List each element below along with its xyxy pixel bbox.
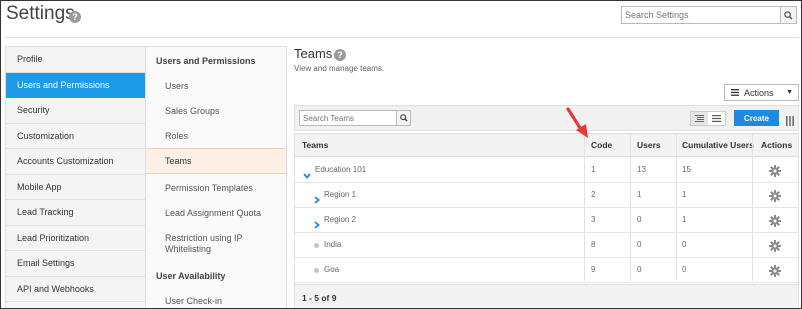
sidebar-item-customization[interactable]: Customization (6, 124, 145, 149)
settings-search[interactable] (621, 6, 797, 24)
team-name[interactable]: Education 101 (315, 158, 366, 182)
table-row[interactable]: Goa 9 0 0 (295, 258, 798, 283)
subnav-item-teams[interactable]: Teams (146, 148, 286, 174)
chevron-right-icon[interactable] (314, 191, 320, 209)
table-header: Teams Code Users Cumulative Users Action… (295, 133, 798, 157)
annotation-arrow-icon (566, 107, 588, 138)
team-users: 0 (637, 215, 642, 224)
gear-icon[interactable] (769, 214, 781, 232)
gear-icon[interactable] (769, 264, 781, 282)
subnav-item-roles[interactable]: Roles (146, 131, 188, 141)
gear-icon[interactable] (769, 164, 781, 182)
subnav-item-users[interactable]: Users (146, 81, 189, 91)
view-toggle[interactable] (690, 111, 726, 126)
sidebar: Profile Users and Permissions Security C… (5, 46, 146, 308)
subnav-item-lead-assignment-quota[interactable]: Lead Assignment Quota (146, 208, 261, 218)
team-code: 8 (591, 240, 596, 249)
sidebar-item-profile[interactable]: Profile (6, 47, 145, 73)
column-header-actions: Actions (761, 140, 793, 150)
team-cumulative-users: 1 (682, 190, 687, 199)
search-icon[interactable] (780, 7, 796, 23)
chevron-down-icon[interactable] (303, 166, 311, 184)
subnav-item-user-check-in[interactable]: User Check-in (146, 296, 222, 306)
team-name[interactable]: Goa (324, 258, 339, 282)
subnav-heading: Users and Permissions (156, 56, 256, 66)
table-row[interactable]: Region 2 3 0 1 (295, 208, 798, 233)
table-row[interactable]: India 8 0 0 (295, 233, 798, 258)
subnav: Users and Permissions Users Sales Groups… (146, 46, 287, 308)
gear-icon[interactable] (769, 239, 781, 257)
table-row[interactable]: Education 101 1 13 15 (295, 158, 798, 183)
column-header-code[interactable]: Code (591, 134, 612, 157)
chevron-down-icon: ▼ (786, 89, 793, 96)
sidebar-item-mobile-app[interactable]: Mobile App (6, 175, 145, 200)
columns-icon[interactable] (786, 113, 794, 131)
sidebar-item-security[interactable]: Security (6, 98, 145, 124)
team-code: 1 (591, 165, 596, 174)
team-code: 3 (591, 215, 596, 224)
create-button[interactable]: Create (734, 110, 779, 126)
team-cumulative-users: 1 (682, 215, 687, 224)
team-name[interactable]: Region 1 (324, 183, 356, 207)
team-name[interactable]: India (324, 233, 341, 257)
actions-dropdown[interactable]: Actions ▼ (724, 84, 799, 101)
subnav-item-permission-templates[interactable]: Permission Templates (146, 183, 253, 193)
settings-search-input[interactable] (622, 7, 780, 23)
table-toolbar: Create (294, 105, 799, 131)
team-users: 0 (637, 265, 642, 274)
help-icon[interactable]: ? (69, 11, 81, 23)
team-cumulative-users: 0 (682, 265, 687, 274)
subnav-heading-availability: User Availability (156, 271, 226, 281)
team-users: 13 (637, 165, 646, 174)
grid-view-icon[interactable] (708, 112, 725, 125)
hamburger-icon (731, 88, 739, 98)
teams-search[interactable] (299, 110, 411, 126)
column-header-cumulative-users[interactable]: Cumulative Users (682, 134, 754, 157)
subnav-item-ip-whitelisting[interactable]: Restriction using IP Whitelisting (146, 233, 266, 255)
pagination-summary: 1 - 5 of 9 (295, 284, 798, 308)
subnav-item-sales-groups[interactable]: Sales Groups (146, 106, 220, 116)
sidebar-item-users-and-permissions[interactable]: Users and Permissions (6, 72, 145, 98)
team-cumulative-users: 15 (682, 165, 691, 174)
team-users: 1 (637, 190, 642, 199)
team-users: 0 (637, 240, 642, 249)
search-icon[interactable] (396, 111, 410, 125)
dot-icon (314, 243, 319, 248)
table-row[interactable]: Region 1 2 1 1 (295, 183, 798, 208)
chevron-right-icon[interactable] (314, 216, 320, 234)
dot-icon (314, 268, 319, 273)
teams-table: Teams Code Users Cumulative Users Action… (294, 133, 799, 308)
team-code: 2 (591, 190, 596, 199)
sidebar-item-lead-tracking[interactable]: Lead Tracking (6, 200, 145, 226)
actions-label: Actions (744, 87, 774, 98)
team-code: 9 (591, 265, 596, 274)
list-view-icon[interactable] (691, 112, 708, 125)
section-subtitle: View and manage teams. (294, 64, 385, 73)
gear-icon[interactable] (769, 189, 781, 207)
teams-search-input[interactable] (300, 111, 394, 125)
team-cumulative-users: 0 (682, 240, 687, 249)
column-header-users[interactable]: Users (637, 134, 661, 157)
app-frame: Settings ? Profile Users and Permissions… (0, 0, 802, 309)
header-divider (5, 37, 799, 38)
column-header-teams[interactable]: Teams (302, 134, 328, 157)
page-title: Settings (6, 3, 75, 24)
section-title: Teams (294, 46, 333, 61)
sidebar-item-accounts-customization[interactable]: Accounts Customization (6, 149, 145, 175)
help-icon[interactable]: ? (334, 49, 346, 61)
sidebar-item-api-and-webhooks[interactable]: API and Webhooks (6, 277, 145, 302)
sidebar-item-email-settings[interactable]: Email Settings (6, 251, 145, 277)
sidebar-item-lead-prioritization[interactable]: Lead Prioritization (6, 226, 145, 251)
team-name[interactable]: Region 2 (324, 208, 356, 232)
